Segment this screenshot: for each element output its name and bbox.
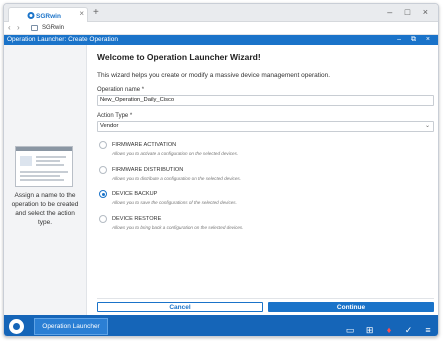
tab-close-icon[interactable]: × bbox=[79, 9, 84, 18]
cancel-button[interactable]: Cancel bbox=[97, 302, 263, 312]
option-title: DEVICE BACKUP bbox=[112, 191, 158, 197]
wizard-preview-thumbnail bbox=[15, 146, 73, 187]
browser-tab[interactable]: SGRwin × bbox=[8, 7, 88, 22]
option-device-restore[interactable]: DEVICE RESTORE Allows you to bring back … bbox=[99, 215, 429, 235]
back-arrow-icon[interactable]: ‹ bbox=[8, 23, 11, 33]
list-icon[interactable]: ≡ bbox=[422, 324, 434, 336]
window-controls[interactable]: – □ × bbox=[387, 6, 433, 18]
new-tab-button[interactable]: + bbox=[93, 7, 99, 19]
radio-button[interactable] bbox=[99, 215, 107, 223]
radio-button-selected[interactable] bbox=[99, 190, 107, 198]
option-description: Allows you to save the configurations of… bbox=[112, 200, 237, 205]
forward-arrow-icon[interactable]: › bbox=[17, 23, 20, 33]
title-window-controls[interactable]: – ⧉ × bbox=[397, 35, 434, 45]
option-title: FIRMWARE DISTRIBUTION bbox=[112, 167, 184, 173]
option-description: Allows you to activate a configuration o… bbox=[112, 151, 239, 156]
address-bar: ‹ › SGRwin bbox=[4, 22, 438, 35]
option-title: FIRMWARE ACTIVATION bbox=[112, 142, 177, 148]
check-icon[interactable]: ✓ bbox=[403, 324, 415, 336]
radio-button[interactable] bbox=[99, 141, 107, 149]
continue-button[interactable]: Continue bbox=[268, 302, 434, 312]
option-title: DEVICE RESTORE bbox=[112, 216, 162, 222]
action-type-label: Action Type * bbox=[97, 113, 133, 119]
sgrwin-logo: SGRwin bbox=[27, 12, 61, 20]
wizard-main: Welcome to Operation Launcher Wizard! Th… bbox=[87, 45, 438, 315]
wizard-side-panel: Assign a name to the operation to be cre… bbox=[4, 45, 87, 315]
taskbar-icons: ▭ ⊞ ♦ ✓ ≡ bbox=[341, 320, 434, 335]
action-type-select[interactable]: Vendor ⌄ bbox=[97, 121, 434, 132]
chevron-down-icon: ⌄ bbox=[424, 123, 430, 129]
operation-name-input[interactable]: New_Operation_Daily_Cisco bbox=[97, 95, 434, 106]
sgrwin-logo-icon[interactable] bbox=[9, 319, 24, 334]
windows-icon[interactable]: ▭ bbox=[344, 324, 356, 336]
address-text[interactable]: SGRwin bbox=[42, 24, 64, 33]
option-device-backup[interactable]: DEVICE BACKUP Allows you to save the con… bbox=[99, 190, 429, 210]
side-panel-description: Assign a name to the operation to be cre… bbox=[11, 192, 79, 226]
app-title: Operation Launcher: Create Operation bbox=[7, 36, 118, 43]
app-window: SGRwin × + – □ × ‹ › SGRwin Operation La… bbox=[3, 3, 439, 337]
page-icon bbox=[31, 25, 38, 31]
operation-name-label: Operation name * bbox=[97, 87, 145, 93]
browser-tabbar: SGRwin × + – □ × bbox=[4, 4, 438, 22]
taskbar: Operation Launcher ▭ ⊞ ♦ ✓ ≡ bbox=[4, 315, 438, 336]
grid-icon[interactable]: ⊞ bbox=[364, 324, 376, 336]
wizard-description: This wizard helps you create or modify a… bbox=[97, 72, 331, 79]
wizard-title: Welcome to Operation Launcher Wizard! bbox=[97, 52, 261, 62]
option-firmware-distribution[interactable]: FIRMWARE DISTRIBUTION Allows you to dist… bbox=[99, 166, 429, 186]
option-description: Allows you to distribute a configuration… bbox=[112, 176, 241, 181]
action-type-value: Vendor bbox=[100, 123, 119, 129]
tab-logo-text: SGRwin bbox=[36, 13, 61, 20]
option-firmware-activation[interactable]: FIRMWARE ACTIVATION Allows you to activa… bbox=[99, 141, 429, 161]
radio-button[interactable] bbox=[99, 166, 107, 174]
footer-divider bbox=[97, 298, 434, 299]
taskbar-app-operation-launcher[interactable]: Operation Launcher bbox=[34, 318, 108, 335]
option-description: Allows you to bring back a configuration… bbox=[112, 225, 244, 230]
bell-icon[interactable]: ♦ bbox=[383, 324, 395, 336]
app-titlebar: Operation Launcher: Create Operation – ⧉… bbox=[4, 35, 438, 45]
